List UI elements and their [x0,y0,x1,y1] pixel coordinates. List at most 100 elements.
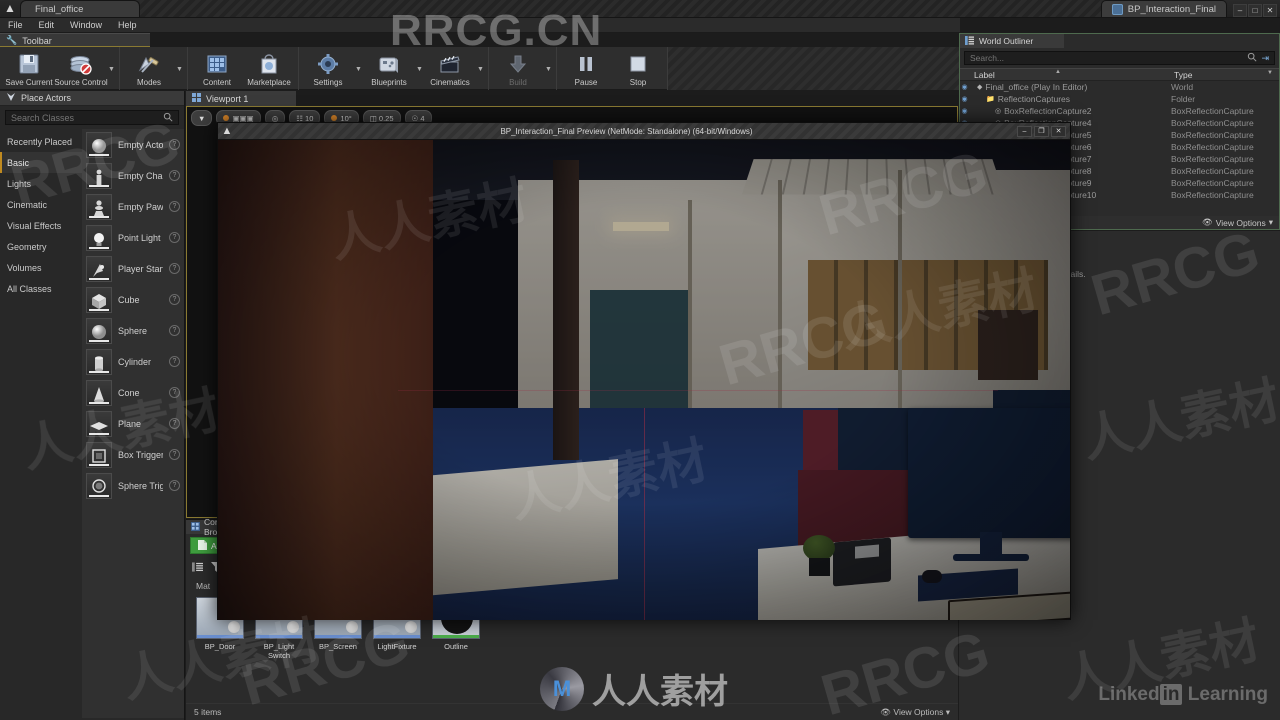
place-actor-item[interactable]: Empty Actor? [82,129,184,160]
modes-dropdown-chevron-down-icon[interactable]: ▼ [175,49,184,89]
build-button[interactable]: Build [492,49,544,89]
window-controls: – □ ✕ [1233,4,1277,17]
column-header-label[interactable]: Label ▲ [960,69,1171,80]
content-button[interactable]: Content [191,49,243,89]
help-icon[interactable]: ? [169,418,180,429]
preview-maximize-button[interactable]: ❐ [1034,125,1049,137]
game-preview-scene[interactable]: 人人素材 RRCG 人人素材 RRCG 人人素材 [218,140,1070,620]
place-actor-item[interactable]: Point Light? [82,222,184,253]
place-actor-item[interactable]: Empty Chara? [82,160,184,191]
sources-panel-icon[interactable] [192,559,203,577]
help-icon[interactable]: ? [169,294,180,305]
preview-minimize-button[interactable]: – [1017,125,1032,137]
expand-columns-icon[interactable]: ⇥ [1261,53,1269,64]
search-icon [1247,49,1257,67]
category-label: Cinematic [7,199,48,210]
place-actor-item[interactable]: Empty Pawn? [82,191,184,222]
source-control-button[interactable]: Source Control [54,49,108,89]
category-geometry[interactable]: Geometry [0,236,82,257]
build-icon [505,52,531,76]
column-header-type[interactable]: Type ▼ [1171,70,1279,80]
content-browser-view-options-button[interactable]: 👁 View Options ▾ [880,707,950,718]
help-icon[interactable]: ? [169,170,180,181]
category-lights[interactable]: Lights [0,173,82,194]
project-tab[interactable]: Final_office [20,0,140,17]
settings-dropdown-chevron-down-icon[interactable]: ▼ [354,49,363,89]
maximize-button[interactable]: □ [1248,4,1262,17]
help-icon[interactable]: ? [169,325,180,336]
help-icon[interactable]: ? [169,449,180,460]
viewport-tab-strip [186,91,958,106]
build-dropdown-chevron-down-icon[interactable]: ▼ [544,49,553,89]
minimize-button[interactable]: – [1233,4,1247,17]
help-icon[interactable]: ? [169,263,180,274]
help-icon[interactable]: ? [169,139,180,150]
viewport-options-button[interactable]: ▼ [191,110,213,126]
place-actor-item[interactable]: Cube? [82,284,184,315]
world-outliner-search[interactable]: ⇥ [964,51,1275,65]
close-button[interactable]: ✕ [1263,4,1277,17]
search-classes-input[interactable] [11,112,163,123]
help-icon[interactable]: ? [169,480,180,491]
viewport-tab[interactable]: Viewport 1 [186,91,296,106]
visibility-eye-icon[interactable]: ◉ [960,95,969,103]
outliner-row[interactable]: ◉ ◆ Final_office (Play In Editor) World [960,81,1279,93]
source-control-dropdown-chevron-down-icon[interactable]: ▼ [107,49,116,89]
help-icon[interactable]: ? [169,232,180,243]
place-actors-item-list[interactable]: Empty Actor?Empty Chara?Empty Pawn?Point… [82,129,184,718]
marketplace-button[interactable]: Marketplace [243,49,295,89]
category-cinematic[interactable]: Cinematic [0,194,82,215]
visibility-eye-icon[interactable]: ◉ [960,83,969,91]
place-actor-item[interactable]: Box Trigger? [82,439,184,470]
outliner-view-options-button[interactable]: View Options [1216,218,1266,228]
place-actor-label: Empty Chara [118,170,163,181]
settings-button[interactable]: Settings [302,49,354,89]
pause-button[interactable]: Pause [560,49,612,89]
boxtrigger-thumb [86,441,112,468]
help-icon[interactable]: ? [169,201,180,212]
category-basic[interactable]: Basic [0,152,82,173]
outliner-row[interactable]: ◉ 📁 ReflectionCaptures Folder [960,93,1279,105]
world-outliner-tab[interactable]: World Outliner [960,34,1064,48]
place-actors-search[interactable] [5,110,179,125]
stop-label: Stop [629,78,647,87]
place-actor-item[interactable]: Player Start? [82,253,184,284]
menu-item-edit[interactable]: Edit [39,20,55,30]
visibility-eye-icon[interactable]: ◉ [960,107,969,115]
place-actor-item[interactable]: Cone? [82,377,184,408]
category-visual-effects[interactable]: Visual Effects [0,215,82,236]
outliner-search-input[interactable] [970,53,1248,63]
category-recently-placed[interactable]: Recently Placed [0,131,82,152]
blueprints-dropdown-chevron-down-icon[interactable]: ▼ [415,49,424,89]
toolbar-tab[interactable]: 🔧 Toolbar [0,33,150,47]
place-actor-item[interactable]: Plane? [82,408,184,439]
cinematics-button[interactable]: Cinematics [424,49,476,89]
blueprint-tab[interactable]: BP_Interaction_Final [1100,0,1227,17]
playerstart-thumb [86,255,112,282]
blueprints-button[interactable]: Blueprints [363,49,415,89]
place-actor-item[interactable]: Sphere Trigg? [82,470,184,501]
place-actor-item[interactable]: Cylinder? [82,346,184,377]
stop-button[interactable]: Stop [612,49,664,89]
modes-label: Modes [136,78,161,87]
category-volumes[interactable]: Volumes [0,257,82,278]
menu-item-window[interactable]: Window [70,20,102,30]
preview-close-button[interactable]: ✕ [1051,125,1066,137]
help-icon[interactable]: ? [169,387,180,398]
cone-thumb [86,379,112,406]
blueprint-cube-icon [1111,3,1123,15]
source-control-icon [68,52,94,76]
outliner-row[interactable]: ◉ ◎ BoxReflectionCapture2 BoxReflectionCapt… [960,105,1279,117]
asset-label: BP_Light Switch [263,642,295,660]
help-icon[interactable]: ? [169,356,180,367]
menu-item-help[interactable]: Help [118,20,137,30]
save-current-button[interactable]: Save Current [3,49,55,89]
modes-button[interactable]: Modes [123,49,175,89]
outliner-row-type: BoxReflectionCapture [1171,190,1254,200]
category-all-classes[interactable]: All Classes [0,278,82,299]
cinematics-dropdown-chevron-down-icon[interactable]: ▼ [476,49,485,89]
preview-window[interactable]: ▲ BP_Interaction_Final Preview (NetMode:… [217,122,1071,620]
menu-item-file[interactable]: File [8,20,23,30]
place-actor-item[interactable]: Sphere? [82,315,184,346]
place-actors-tab[interactable]: Place Actors [0,91,184,106]
